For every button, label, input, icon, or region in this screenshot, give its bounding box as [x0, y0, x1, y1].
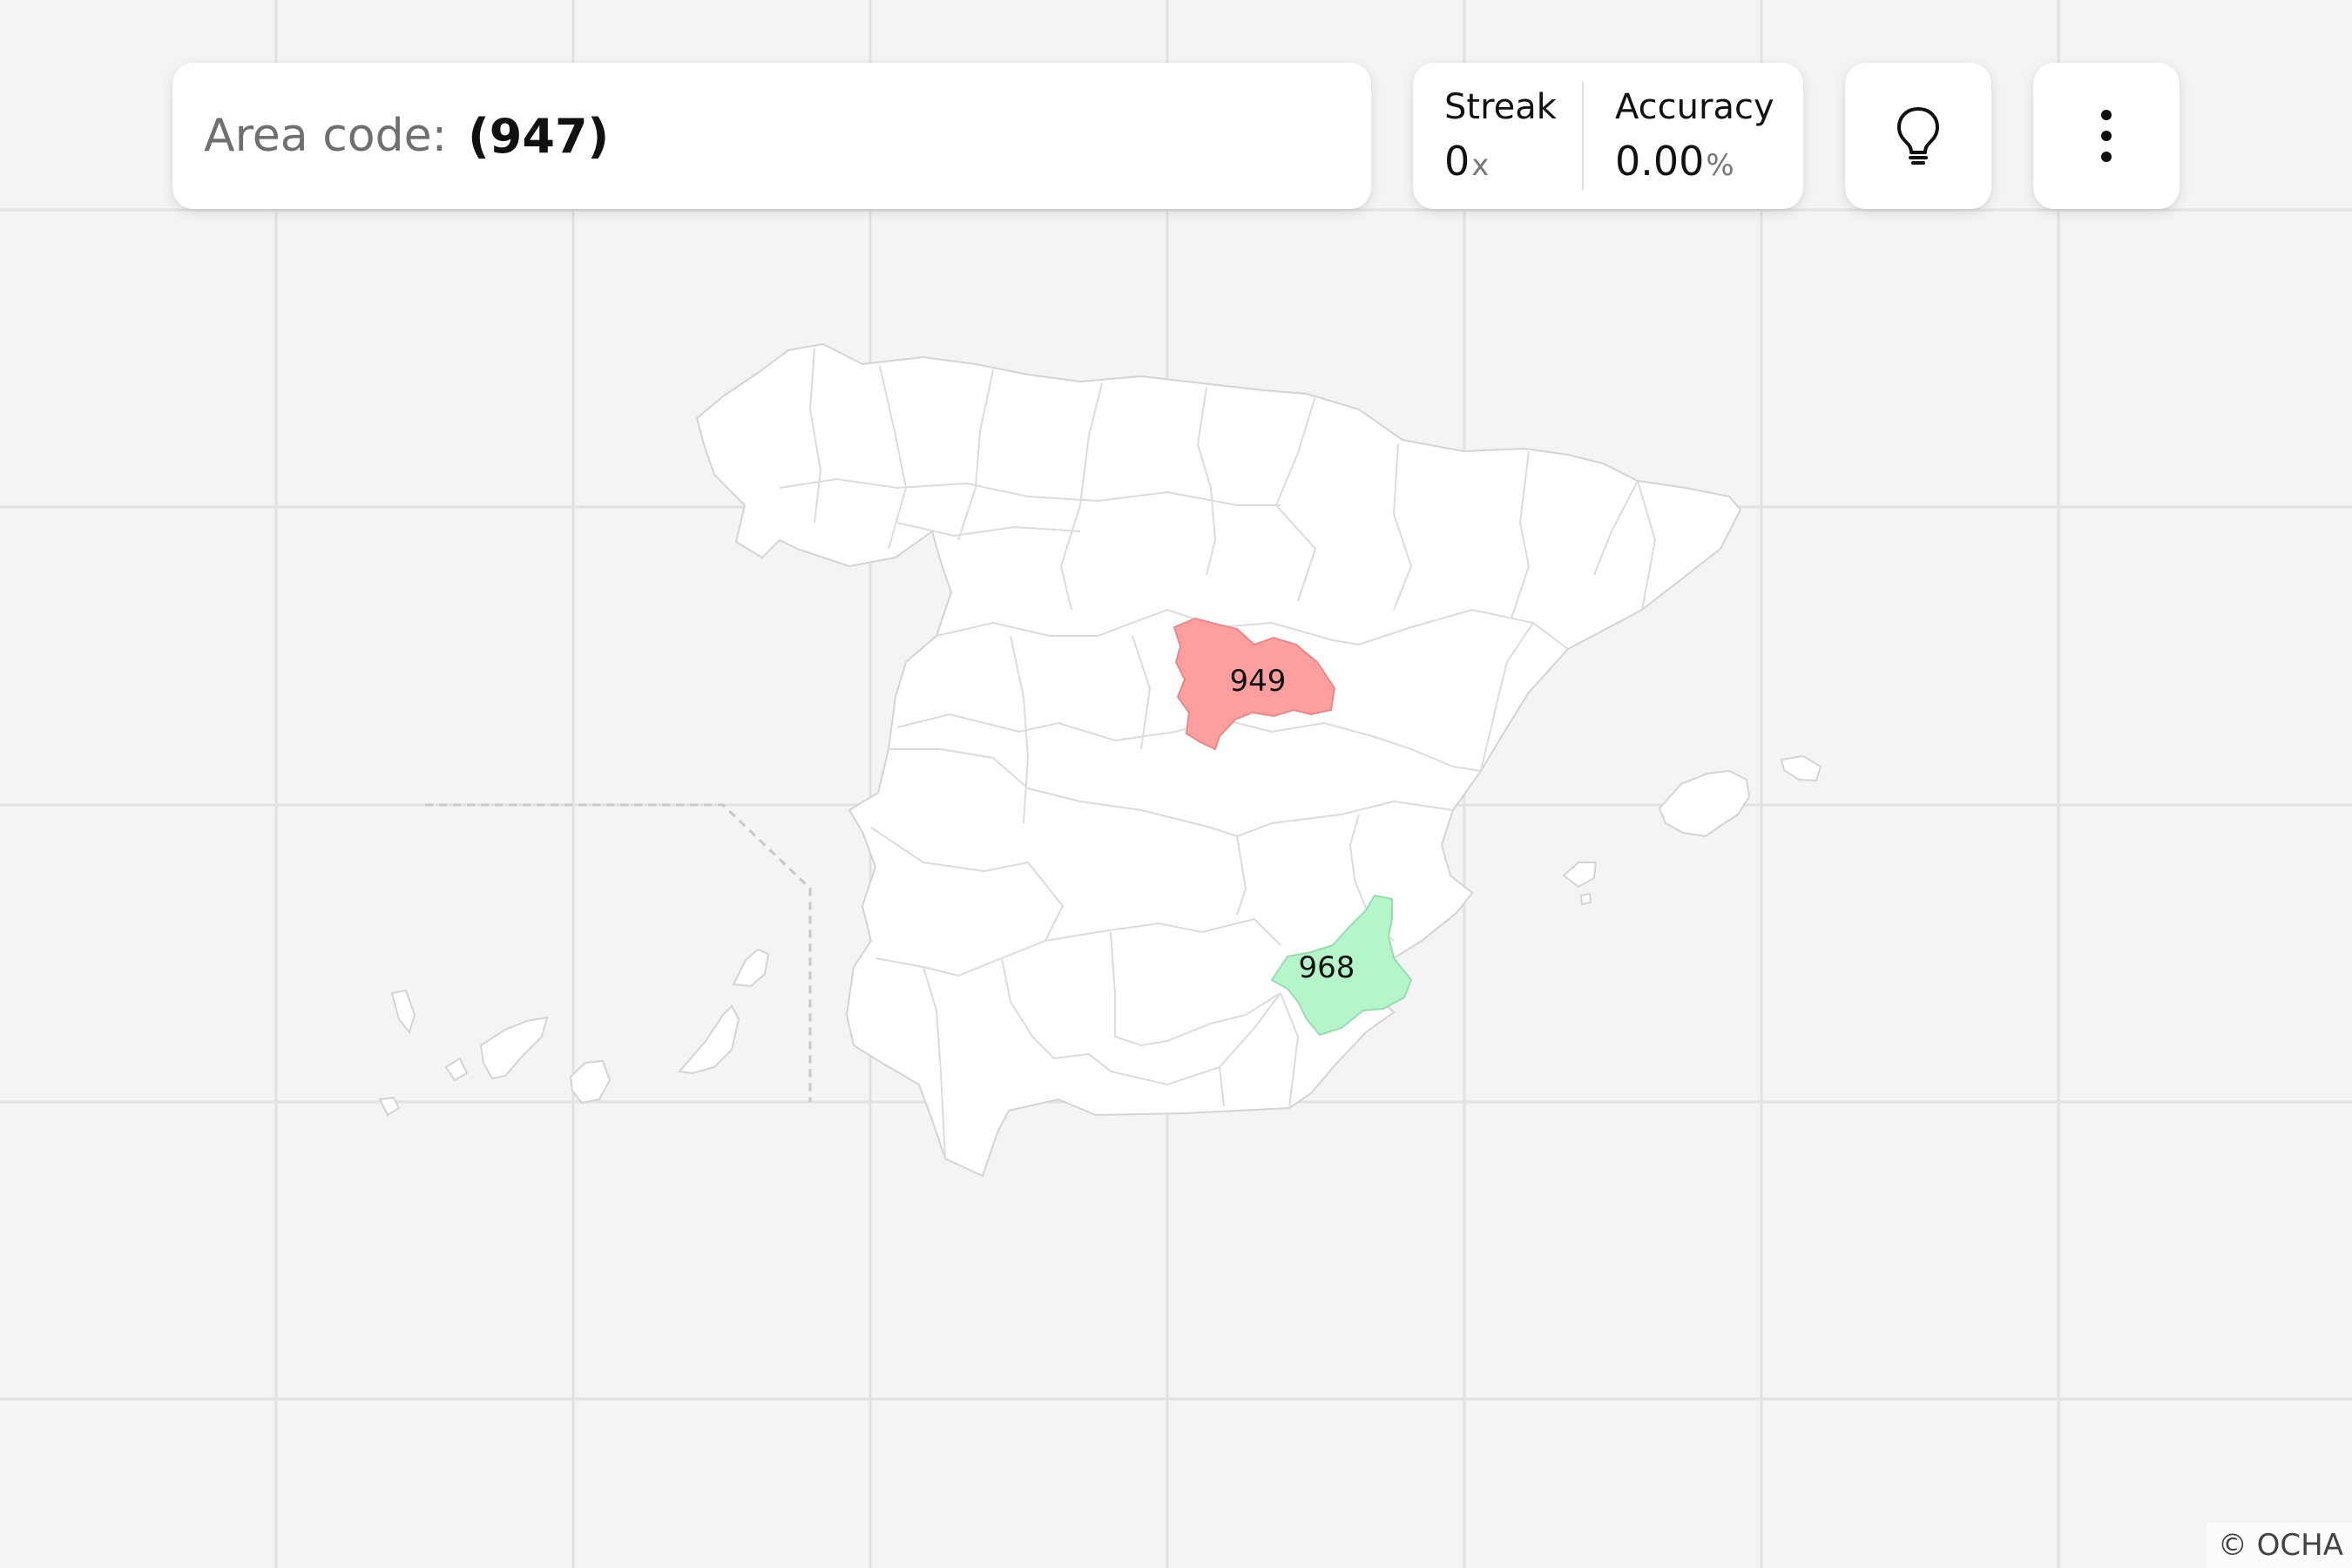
more-menu-button[interactable] [2033, 63, 2180, 209]
region-949-label: 949 [1230, 664, 1287, 699]
accuracy-value: 0.00 [1615, 138, 1705, 185]
area-code-label: Area code: [204, 110, 448, 162]
accuracy-label: Accuracy [1615, 87, 1774, 127]
area-code-prompt: Area code: (947) [172, 63, 1371, 209]
region-968-label: 968 [1299, 950, 1355, 985]
streak-label: Streak [1444, 87, 1557, 127]
area-code-value: (947) [468, 108, 610, 164]
accuracy-unit: % [1706, 148, 1734, 183]
accuracy-value-row: 0.00% [1615, 138, 1774, 185]
mainland-spain [695, 342, 1742, 1178]
spain-map[interactable]: 949 968 [0, 0, 2352, 1568]
streak-value-row: 0x [1444, 138, 1582, 185]
stats-panel: Streak 0x Accuracy 0.00% [1413, 63, 1803, 209]
streak-value: 0 [1444, 138, 1470, 185]
map-attribution[interactable]: © OCHA [2207, 1523, 2352, 1568]
accuracy-stat: Accuracy 0.00% [1584, 63, 1774, 209]
balearic-islands [1562, 754, 1822, 906]
hint-button[interactable] [1845, 63, 1991, 209]
streak-stat: Streak 0x [1413, 63, 1582, 209]
more-vertical-icon [2101, 110, 2112, 162]
canary-islands [378, 948, 770, 1117]
lightbulb-icon [1897, 107, 1939, 165]
streak-unit: x [1471, 148, 1490, 183]
